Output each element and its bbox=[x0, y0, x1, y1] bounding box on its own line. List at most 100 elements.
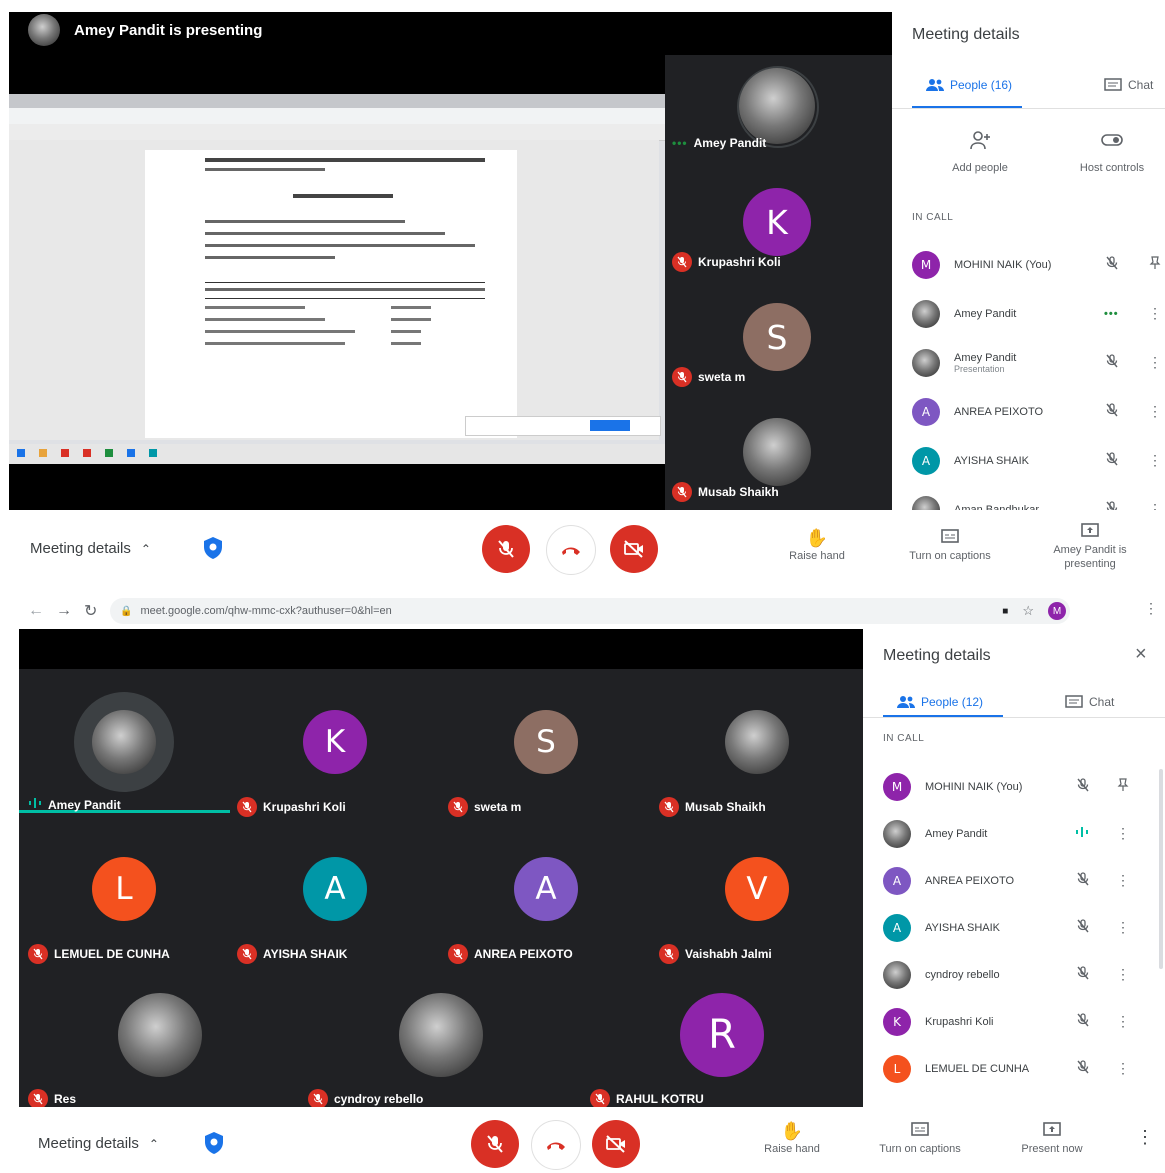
top-camera-off-button[interactable] bbox=[610, 525, 658, 573]
back-icon[interactable]: ← bbox=[28, 602, 44, 620]
present-now-button[interactable]: Present now bbox=[1010, 1121, 1094, 1156]
person-row[interactable]: A AYISHA SHAIK ⋮ bbox=[912, 436, 1165, 485]
more-options-icon[interactable]: ⋮ bbox=[1113, 1013, 1133, 1030]
person-row[interactable]: Amey Pandit ••• ⋮ bbox=[912, 289, 1165, 338]
url-bar[interactable]: 🔒 meet.google.com/qhw-mmc-cxk?authuser=0… bbox=[110, 598, 1070, 624]
more-options-icon[interactable]: ⋮ bbox=[1113, 872, 1133, 889]
mic-muted-icon[interactable] bbox=[1075, 1012, 1091, 1031]
person-name: ANREA PEIXOTO bbox=[954, 406, 1094, 418]
present-icon bbox=[1043, 1122, 1061, 1136]
chevron-up-icon: ⌃ bbox=[148, 1136, 159, 1151]
person-name: MOHINI NAIK (You) bbox=[925, 781, 1065, 793]
more-options-icon[interactable]: ⋮ bbox=[1113, 825, 1133, 842]
mic-off-icon bbox=[590, 1089, 610, 1109]
host-controls-button[interactable]: Host controls bbox=[1064, 130, 1160, 175]
top-raise-hand-button[interactable]: ✋ Raise hand bbox=[780, 528, 854, 563]
tile-name-text: LEMUEL DE CUNHA bbox=[54, 947, 170, 961]
more-options-icon[interactable]: ⋮ bbox=[1113, 1060, 1133, 1077]
tile-name-text: sweta m bbox=[474, 800, 522, 814]
person-row[interactable]: Amey Pandit ⋮ bbox=[883, 810, 1133, 857]
pin-icon[interactable] bbox=[1145, 256, 1165, 273]
shield-icon[interactable] bbox=[202, 536, 224, 565]
tile-name-text: Krupashri Koli bbox=[263, 800, 346, 814]
pin-icon[interactable] bbox=[1113, 778, 1133, 795]
close-icon[interactable]: × bbox=[1135, 643, 1147, 666]
bottom-tab-people[interactable]: People (12) bbox=[897, 695, 983, 709]
person-name-text: ANREA PEIXOTO bbox=[925, 874, 1015, 887]
more-options-icon[interactable]: ⋮ bbox=[1113, 966, 1133, 983]
top-presenting-button[interactable]: Amey Pandit is presenting bbox=[1040, 522, 1140, 571]
mic-muted-icon[interactable] bbox=[1104, 353, 1120, 372]
bottom-leave-call-button[interactable] bbox=[531, 1120, 581, 1170]
star-icon[interactable]: ☆ bbox=[1022, 603, 1034, 619]
person-row[interactable]: L LEMUEL DE CUNHA ⋮ bbox=[883, 1045, 1133, 1092]
top-tab-people[interactable]: People (16) bbox=[926, 78, 1012, 92]
person-row[interactable]: A ANREA PEIXOTO ⋮ bbox=[883, 857, 1133, 904]
bottom-camera-off-button[interactable] bbox=[592, 1120, 640, 1168]
tile-name-text: Amey Pandit bbox=[693, 136, 767, 150]
person-row[interactable]: A AYISHA SHAIK ⋮ bbox=[883, 904, 1133, 951]
more-options-icon[interactable]: ⋮ bbox=[1145, 501, 1165, 510]
mic-off-icon bbox=[659, 797, 679, 817]
bottom-raise-hand-button[interactable]: ✋ Raise hand bbox=[755, 1121, 829, 1156]
person-row[interactable]: K Krupashri Koli ⋮ bbox=[883, 998, 1133, 1045]
mic-muted-icon[interactable] bbox=[1075, 965, 1091, 984]
url-text: meet.google.com/qhw-mmc-cxk?authuser=0&h… bbox=[140, 605, 392, 617]
mic-off-icon bbox=[448, 797, 468, 817]
people-icon bbox=[926, 79, 944, 91]
mic-muted-icon[interactable] bbox=[1104, 451, 1120, 470]
speaking-indicator-icon[interactable] bbox=[1075, 826, 1089, 841]
shield-icon[interactable] bbox=[203, 1131, 225, 1160]
captions-icon bbox=[941, 529, 959, 543]
person-row[interactable]: A ANREA PEIXOTO ⋮ bbox=[912, 387, 1165, 436]
avatar: M bbox=[883, 772, 911, 801]
top-meeting-details-button[interactable]: Meeting details ⌃ bbox=[30, 540, 151, 557]
chat-icon bbox=[1104, 78, 1122, 91]
top-captions-button[interactable]: Turn on captions bbox=[900, 528, 1000, 563]
person-row[interactable]: cyndroy rebello ⋮ bbox=[883, 951, 1133, 998]
person-name: cyndroy rebello bbox=[925, 969, 1065, 981]
person-row[interactable]: M MOHINI NAIK (You) bbox=[883, 763, 1133, 810]
person-name-text: Amey Pandit bbox=[925, 827, 988, 840]
profile-avatar[interactable]: M bbox=[1048, 602, 1066, 620]
mic-muted-icon[interactable] bbox=[1104, 402, 1120, 421]
hang-up-icon bbox=[562, 547, 580, 555]
person-name-text: Krupashri Koli bbox=[925, 1015, 994, 1028]
mic-muted-icon[interactable] bbox=[1104, 500, 1120, 510]
more-options-icon[interactable]: ⋮ bbox=[1113, 919, 1133, 936]
more-options-icon[interactable]: ⋮ bbox=[1145, 452, 1165, 469]
bottom-mic-off-button[interactable] bbox=[471, 1120, 519, 1168]
mic-muted-icon[interactable] bbox=[1075, 871, 1091, 890]
camera-indicator-icon[interactable]: ■ bbox=[1002, 606, 1008, 617]
shared-notification-bar bbox=[465, 416, 661, 436]
bottom-tab-chat[interactable]: Chat bbox=[1065, 695, 1114, 709]
sidebar-scrollbar[interactable] bbox=[1159, 769, 1163, 969]
top-tab-chat[interactable]: Chat bbox=[1104, 78, 1153, 92]
bottom-in-call-label: IN CALL bbox=[883, 733, 925, 744]
top-leave-call-button[interactable] bbox=[546, 525, 596, 575]
top-mic-off-button[interactable] bbox=[482, 525, 530, 573]
more-options-icon[interactable]: ⋮ bbox=[1145, 305, 1165, 322]
tile-name-text: Musab Shaikh bbox=[698, 485, 779, 499]
mic-off-icon bbox=[28, 944, 48, 964]
add-people-button[interactable]: Add people bbox=[932, 130, 1028, 175]
reload-icon[interactable]: ↻ bbox=[84, 601, 97, 621]
more-options-icon[interactable]: ⋮ bbox=[1136, 1127, 1154, 1148]
mic-muted-icon[interactable] bbox=[1104, 255, 1120, 274]
speaking-indicator-icon[interactable]: ••• bbox=[1104, 308, 1119, 320]
forward-icon[interactable]: → bbox=[56, 602, 72, 620]
person-row[interactable]: Amey Pandit Presentation ⋮ bbox=[912, 338, 1165, 387]
bottom-meeting-details-button[interactable]: Meeting details ⌃ bbox=[38, 1135, 159, 1152]
tile-name: RAHUL KOTRU bbox=[590, 1089, 704, 1109]
mic-muted-icon[interactable] bbox=[1075, 918, 1091, 937]
more-options-icon[interactable]: ⋮ bbox=[1145, 354, 1165, 371]
mic-muted-icon[interactable] bbox=[1075, 1059, 1091, 1078]
bottom-captions-button[interactable]: Turn on captions bbox=[868, 1121, 972, 1156]
person-row[interactable]: M MOHINI NAIK (You) bbox=[912, 240, 1165, 289]
browser-menu-icon[interactable]: ⋮ bbox=[1144, 600, 1158, 617]
more-options-icon[interactable]: ⋮ bbox=[1145, 403, 1165, 420]
tile-name: LEMUEL DE CUNHA bbox=[28, 944, 170, 964]
avatar-photo bbox=[912, 299, 940, 328]
mic-muted-icon[interactable] bbox=[1075, 777, 1091, 796]
person-row[interactable]: Aman Bandhukar ⋮ bbox=[912, 485, 1165, 510]
